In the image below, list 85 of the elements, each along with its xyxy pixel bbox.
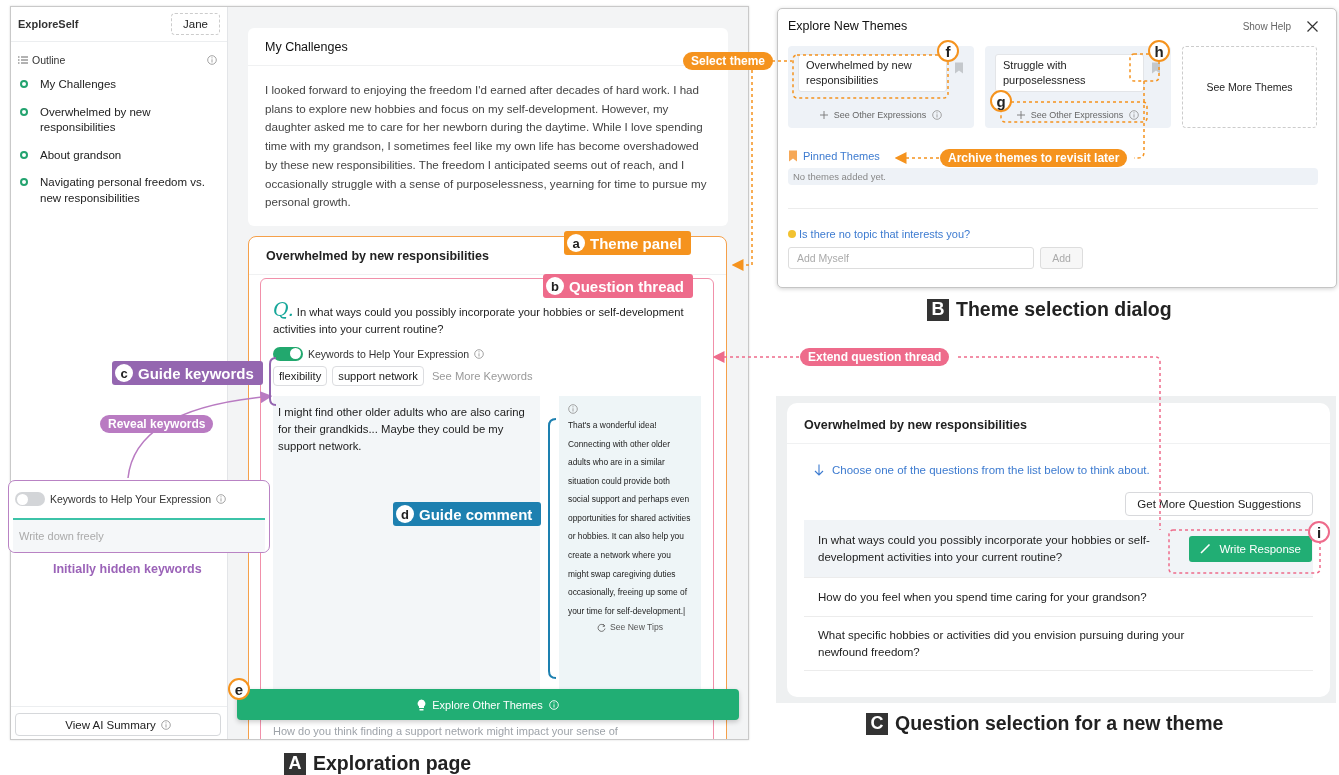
question-row[interactable]: What specific hobbies or activities did you envision pursuing during your newfound freedom? (804, 617, 1313, 671)
outline-item[interactable]: My Challenges (40, 77, 117, 93)
arrow-down-icon (814, 464, 824, 476)
annotation-label: Select theme (683, 52, 774, 70)
close-icon (1307, 20, 1318, 32)
letter-badge: d (396, 505, 414, 523)
more-questions-button[interactable]: Get More Question Suggestions (1125, 492, 1313, 516)
annotation-note: Initially hidden keywords (53, 562, 202, 576)
bracket-line (269, 357, 277, 406)
question-text: In what ways could you possibly incorporate your hobbies or self-development activities into your current routine? (818, 533, 1151, 565)
toggle-label: Keywords to Help Your Expression (308, 347, 470, 360)
pinned-title: Pinned Themes (803, 150, 880, 162)
help-link[interactable]: Show Help (1242, 20, 1291, 32)
pencil-icon (1200, 543, 1212, 554)
tag-label: Question thread (569, 277, 684, 295)
step-dot-icon (20, 150, 28, 159)
caption-letter: C (866, 712, 888, 735)
info-icon (932, 110, 943, 120)
outline-item[interactable]: Navigating personal freedom vs. new responsibilities (40, 175, 219, 206)
info-icon (568, 403, 578, 414)
theme-option[interactable]: Struggle with purposelessness (995, 54, 1144, 92)
toggle-switch[interactable] (15, 492, 45, 506)
challenge-text: I looked forward to enjoying the freedom I'd earned after decades of hard work. I had plans to explore new hobbies and focus on my self-development. However, my daughter asked me to care for her newborn during the daytime. While I love spending time with my grandson, I sometimes feel like my own life has become overshadowed by these new responsibilities. The freedom I anticipated seems out of reach, and I occasionally struggle with a sense of purposelessness, yearning for time to pursue my personal growth. (264, 82, 708, 211)
figure-caption: Exploration page (313, 752, 472, 775)
text-input[interactable]: Write down freely (13, 518, 265, 552)
step-dot-icon (20, 178, 28, 186)
plus-icon (1016, 111, 1025, 119)
expressions-button[interactable]: See Other Expressions (995, 110, 1161, 120)
tag-label: Guide comment (419, 505, 533, 523)
info-icon (1129, 110, 1140, 120)
question-text: Q. In what ways could you possibly incorporate your hobbies or self-development activities into your current routine? (273, 300, 685, 337)
lightbulb-icon (417, 698, 427, 711)
letter-badge: b (546, 277, 564, 295)
tag-label: Theme panel (590, 234, 682, 252)
prompt-text: Is there no topic that interests you? (799, 228, 971, 240)
bookmark-icon (788, 150, 798, 162)
question-row[interactable]: In what ways could you possibly incorporate your hobbies or self-development activities into your current routine? Write Response (804, 520, 1313, 578)
app-name: ExploreSelf (18, 18, 79, 30)
info-icon (160, 719, 171, 730)
question-text: What specific hobbies or activities did you envision pursuing during your newfound freedom? (818, 628, 1186, 660)
letter-badge: c (115, 364, 133, 382)
summary-button[interactable]: View AI Summary (15, 713, 221, 736)
card-title: Overwhelmed by new responsibilities (787, 403, 1330, 444)
tag-label: Guide keywords (138, 364, 254, 382)
connector-line (894, 152, 940, 164)
bookmark-icon (954, 62, 964, 74)
more-themes-button[interactable]: See More Themes (1182, 46, 1317, 128)
outline-item[interactable]: About grandson (40, 147, 122, 163)
info-icon (207, 55, 217, 65)
info-icon (474, 348, 485, 359)
caption-letter: B (927, 298, 949, 321)
expressions-button[interactable]: See Other Expressions (798, 110, 964, 120)
refresh-icon (597, 622, 606, 632)
outline-item[interactable]: Overwhelmed by new responsibilities (40, 104, 219, 136)
user-button[interactable]: Jane (171, 13, 220, 35)
info-icon (216, 494, 227, 504)
figure-caption: Question selection for a new theme (895, 712, 1224, 735)
comment-text: That's a wonderful idea! Connecting with other older adults who are in a similar situation could provide both social support and perhaps even opportunities for shared activities or hobbies. It can also help you create a network where you might swap caregiving duties occasionally, freeing up some of your time for self-development.| (568, 418, 692, 618)
info-icon (548, 699, 559, 710)
plus-icon (819, 111, 828, 119)
annotation-label: Archive themes to revisit later (940, 149, 1128, 167)
toggle-switch[interactable] (273, 346, 303, 361)
question-text: How do you feel when you spend time caring for your grandson? (818, 589, 1147, 605)
keyword-chip[interactable]: support network (332, 365, 424, 386)
list-icon (18, 56, 28, 64)
keyword-chip[interactable]: flexibility (273, 365, 328, 386)
annotation-label: Extend question thread (800, 348, 950, 366)
letter-badge: a (567, 234, 585, 252)
toggle-label: Keywords to Help Your Expression (50, 493, 212, 505)
bookmark-icon (1151, 62, 1161, 74)
caption-letter: A (284, 752, 306, 775)
step-dot-icon (20, 80, 28, 88)
empty-message: No themes added yet. (788, 168, 1318, 185)
theme-option[interactable]: Overwhelmed by new responsibilities (798, 54, 947, 92)
instruction-text: Choose one of the questions from the list below to think about. (832, 464, 1150, 476)
step-dot-icon (20, 107, 28, 116)
faded-question: How do you think finding a support network might impact your sense of (273, 724, 619, 739)
theme-input[interactable]: Add Myself (788, 247, 1034, 269)
new-tips-button[interactable]: See New Tips (568, 621, 692, 634)
question-row[interactable]: How do you feel when you spend time caring for your grandson? (804, 578, 1313, 617)
connector-line (771, 60, 793, 62)
figure-caption: Theme selection dialog (956, 298, 1172, 321)
outline-title: Outline (32, 54, 66, 66)
annotation-label: Reveal keywords (100, 415, 214, 433)
dialog-title: Explore New Themes (788, 19, 908, 33)
